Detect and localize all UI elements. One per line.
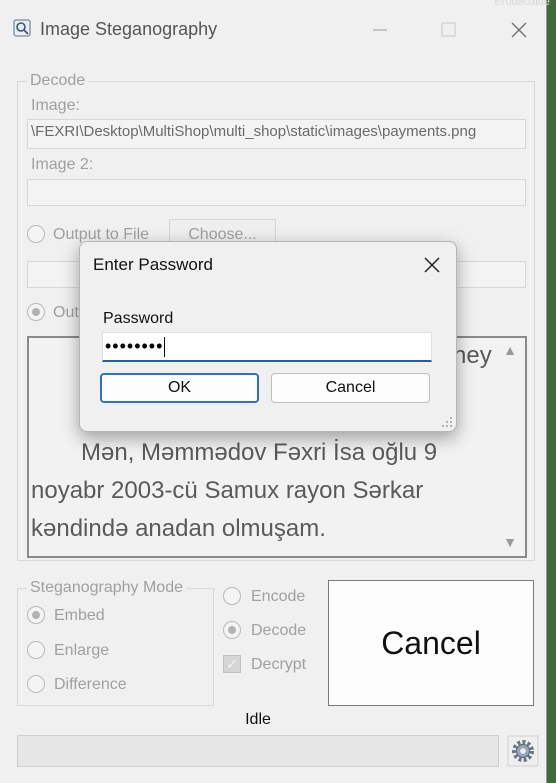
mode-enlarge-radio[interactable] [27,641,45,659]
output-line: kəndində anadan olmuşam. [31,515,326,542]
mode-group-title: Steganography Mode [27,579,186,597]
decode-radio[interactable] [223,621,241,639]
mode-enlarge-label: Enlarge [54,642,110,659]
maximize-button[interactable] [428,14,468,46]
image2-label: Image 2: [31,156,94,173]
desktop-label: Erudecaide [494,0,550,8]
close-button[interactable] [499,14,539,46]
password-input[interactable]: •••••••• [102,332,432,362]
image-path-field[interactable]: \FEXRI\Desktop\MultiShop\multi_shop\stat… [27,119,526,149]
mode-difference-label: Difference [54,676,127,693]
output-line: Mən, Məmmədov Fəxri İsa oğlu 9 [81,439,438,466]
mode-difference-radio[interactable] [27,675,45,693]
decrypt-label: Decrypt [251,656,307,673]
status-text: Idle [245,711,271,728]
title-bar[interactable]: Image Steganography [0,0,546,60]
minimize-icon [373,29,387,31]
minimize-button[interactable] [360,14,400,46]
scroll-down-icon[interactable]: ▼ [503,534,517,550]
dialog-close-icon[interactable] [422,255,442,275]
dialog-cancel-button[interactable]: Cancel [271,373,430,403]
progress-bar [17,735,499,767]
text-caret [164,337,166,358]
settings-gear-icon[interactable] [507,735,539,767]
mode-embed-label: Embed [54,607,105,624]
password-value: •••••••• [105,336,164,356]
window-title: Image Steganography [40,19,218,39]
close-icon [511,22,527,38]
image2-path-field[interactable] [27,179,526,206]
encode-radio[interactable] [223,587,241,605]
password-label: Password [103,310,174,327]
output-text-content: Mən, Məmmədov Fəxri İsa oğlu 9 noyabr 20… [31,434,501,548]
scroll-up-icon[interactable]: ▲ [503,342,517,358]
decrypt-checkbox[interactable]: ✓ [223,655,241,673]
output-partial-text: ney [453,342,492,369]
image-label: Image: [31,97,80,114]
output-text-radio[interactable] [27,303,45,321]
encode-label: Encode [251,588,306,605]
maximize-icon [441,22,456,37]
decode-group-title: Decode [27,72,89,90]
ok-button[interactable]: OK [100,373,259,403]
output-to-file-radio[interactable] [27,225,45,243]
password-dialog: Enter Password Password •••••••• OK Canc… [79,241,457,432]
cancel-operation-button[interactable]: Cancel [328,580,534,706]
decode-label: Decode [251,622,307,639]
mode-embed-radio[interactable] [27,606,45,624]
resize-grip-icon[interactable] [441,416,453,428]
app-icon [13,19,31,37]
output-text-label: Out [53,304,79,321]
output-line: noyabr 2003-cü Samux rayon Sərkar [31,477,424,504]
dialog-title: Enter Password [93,255,213,274]
